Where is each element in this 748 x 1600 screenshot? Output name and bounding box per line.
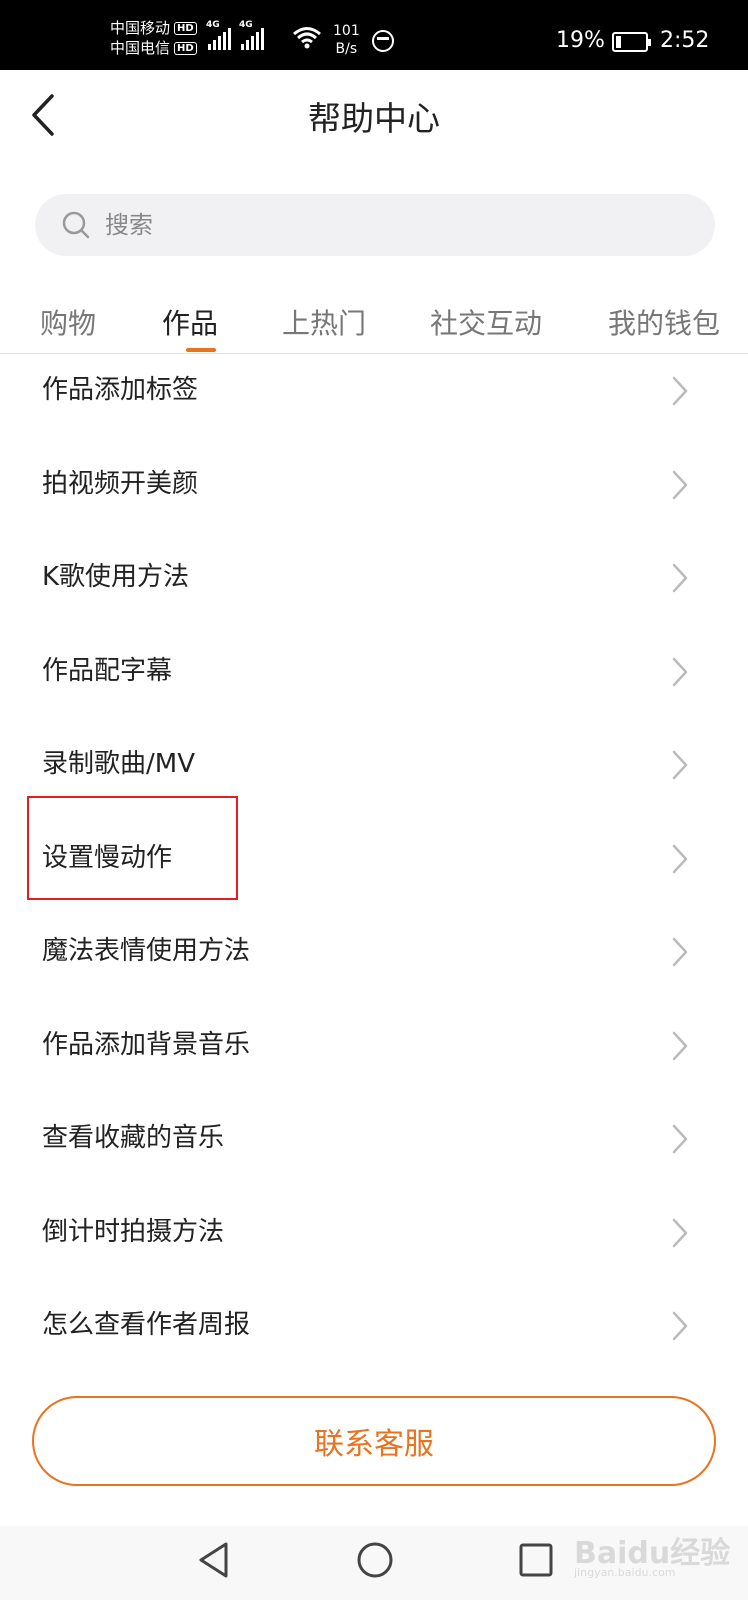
signal-icon: 4G <box>239 20 264 50</box>
search-input[interactable] <box>105 211 605 239</box>
list-item-label: 怎么查看作者周报 <box>42 1310 251 1340</box>
list-item[interactable]: 倒计时拍摄方法 <box>0 1186 748 1280</box>
contact-support-label: 联系客服 <box>314 1427 434 1462</box>
chevron-right-icon <box>672 1218 688 1247</box>
list-item-label: 查看收藏的音乐 <box>42 1123 225 1153</box>
chevron-right-icon <box>672 470 688 499</box>
chevron-right-icon <box>672 937 688 967</box>
chevron-right-icon <box>672 844 688 873</box>
contact-support-button[interactable]: 联系客服 <box>32 1396 716 1486</box>
status-bar: 中国移动 HD 中国电信 HD 4G 4G 101 B/s 19% 2:52 <box>0 0 748 70</box>
list-item-label: 作品添加标签 <box>42 375 199 405</box>
chevron-right-icon <box>672 376 688 406</box>
wifi-icon <box>293 27 321 49</box>
clock: 2:52 <box>660 28 710 53</box>
signal-icon: 4G <box>206 20 231 50</box>
tab-works[interactable]: 作品 <box>162 302 218 342</box>
tab-trending[interactable]: 上热门 <box>282 302 366 342</box>
list-item-label: K歌使用方法 <box>42 562 190 592</box>
carrier-1: 中国移动 <box>110 19 171 37</box>
list-item[interactable]: 作品添加背景音乐 <box>0 999 748 1093</box>
chevron-right-icon <box>672 657 688 686</box>
sunglasses-face-icon <box>372 30 394 52</box>
nav-back-icon[interactable] <box>196 1540 232 1580</box>
search-icon <box>62 211 90 239</box>
list-item[interactable]: K歌使用方法 <box>0 531 748 625</box>
nav-home-icon[interactable] <box>355 1540 395 1580</box>
list-item[interactable]: 怎么查看作者周报 <box>0 1279 748 1373</box>
list-item[interactable]: 作品添加标签 <box>0 344 748 438</box>
battery-percent: 19% <box>556 28 605 53</box>
list-item-label: 倒计时拍摄方法 <box>42 1216 225 1247</box>
tab-social[interactable]: 社交互动 <box>430 302 542 342</box>
search-bar[interactable] <box>35 194 715 256</box>
nav-recent-apps-icon[interactable] <box>517 1540 555 1580</box>
list-item-label: 魔法表情使用方法 <box>42 936 251 966</box>
hd-badge: HD <box>174 41 197 55</box>
list-item[interactable]: 作品配字幕 <box>0 625 748 719</box>
chevron-right-icon <box>672 1031 688 1060</box>
baidu-watermark: Baidu经验 jingyan.baidu.com <box>574 1520 744 1580</box>
list-item-label: 作品添加背景音乐 <box>42 1029 251 1060</box>
chevron-right-icon <box>672 563 688 593</box>
chevron-right-icon <box>672 1311 688 1341</box>
list-item-label: 拍视频开美颜 <box>42 468 199 499</box>
hd-badge: HD <box>174 21 197 35</box>
network-speed: 101 B/s <box>333 23 360 57</box>
list-item-label: 作品配字幕 <box>42 655 173 686</box>
list-item[interactable]: 拍视频开美颜 <box>0 438 748 532</box>
list-item[interactable]: 查看收藏的音乐 <box>0 1092 748 1186</box>
chevron-right-icon <box>672 1124 688 1154</box>
battery-icon <box>612 32 651 52</box>
list-item[interactable]: 魔法表情使用方法 <box>0 905 748 999</box>
signal-indicators: 4G 4G <box>206 20 264 50</box>
watermark-sub: jingyan.baidu.com <box>574 1566 676 1579</box>
page-title: 帮助中心 <box>308 99 440 138</box>
highlight-annotation-box <box>27 796 238 900</box>
chevron-right-icon <box>672 750 688 780</box>
carrier-2: 中国电信 <box>110 39 171 57</box>
list-item-label: 录制歌曲/MV <box>42 749 195 779</box>
carrier-info: 中国移动 HD 中国电信 HD <box>110 18 197 58</box>
tab-shopping[interactable]: 购物 <box>40 302 96 342</box>
tab-wallet[interactable]: 我的钱包 <box>608 302 720 342</box>
header: 帮助中心 <box>0 70 748 160</box>
